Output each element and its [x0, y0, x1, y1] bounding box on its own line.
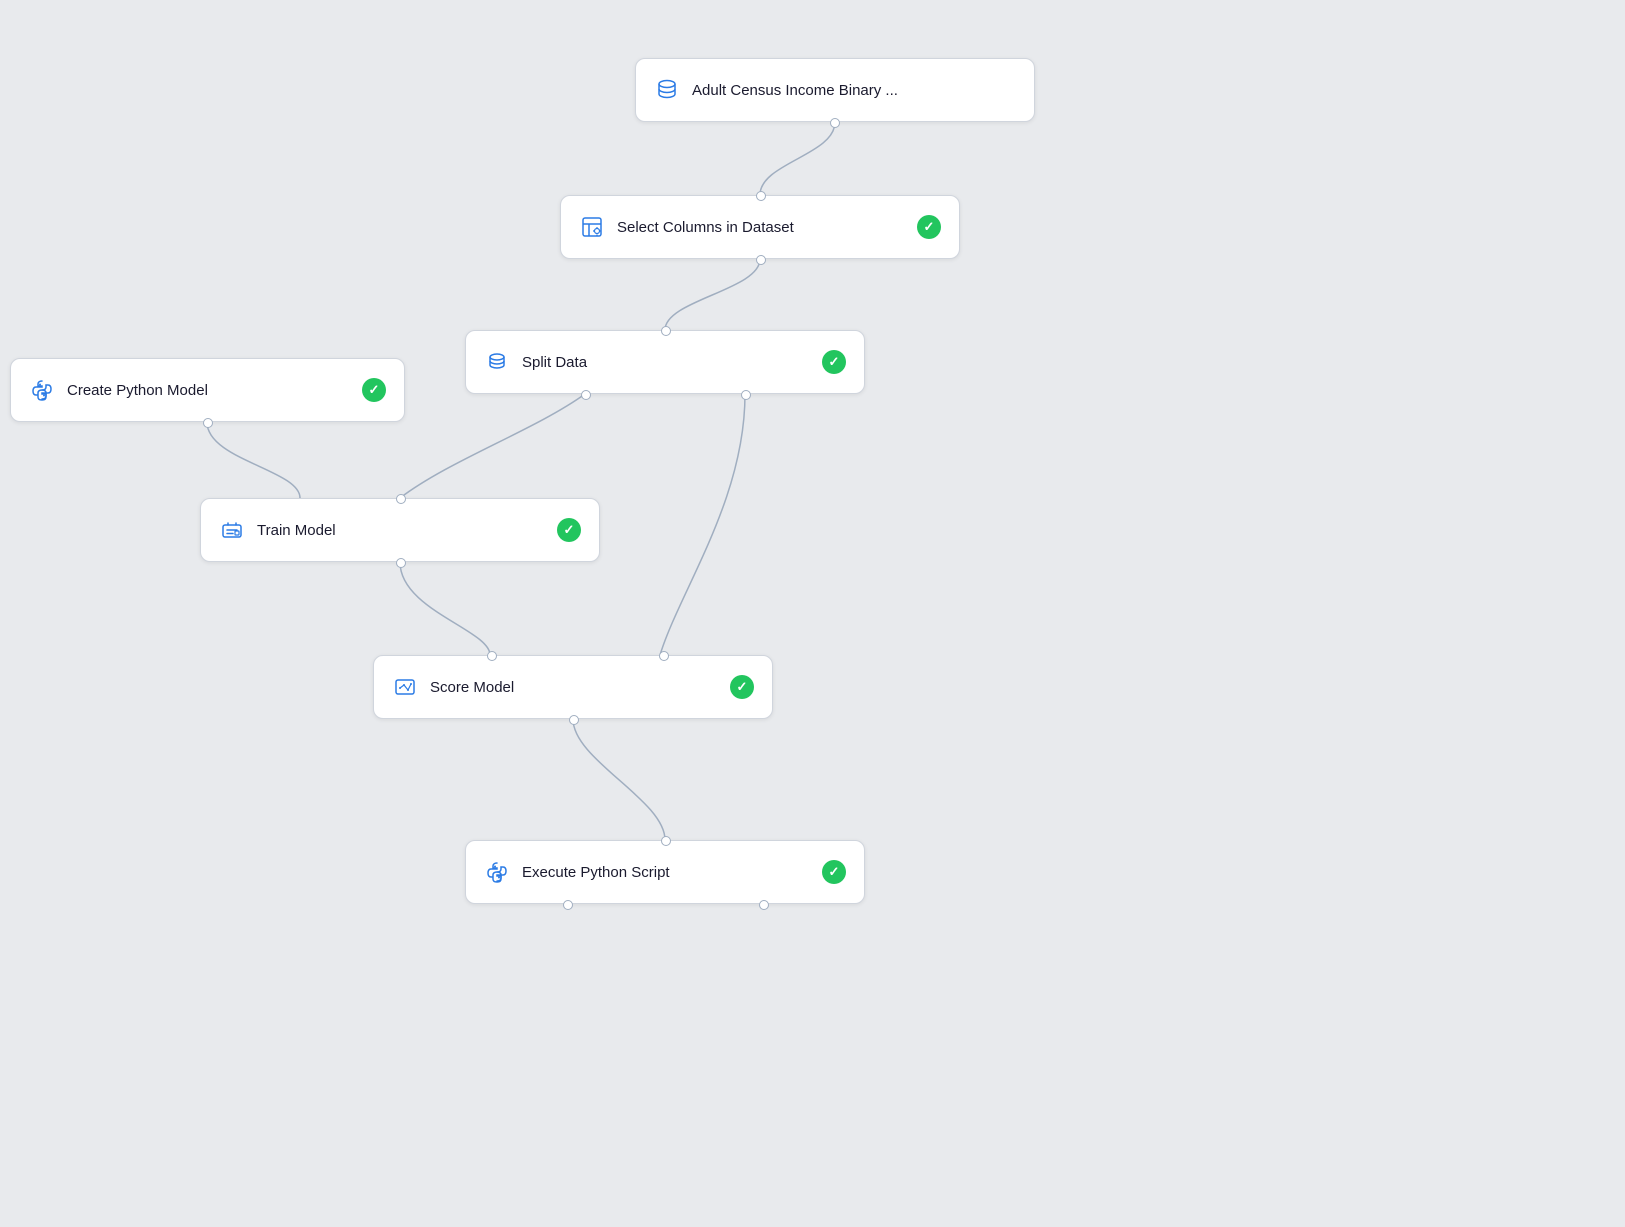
table-settings-icon — [579, 216, 605, 238]
dot-execute-python-bottom-right — [759, 900, 769, 910]
dot-split-data-bottom-right — [741, 390, 751, 400]
node-select-columns[interactable]: Select Columns in Dataset — [560, 195, 960, 259]
dot-create-python-bottom — [203, 418, 213, 428]
node-score-model[interactable]: Score Model — [373, 655, 773, 719]
node-create-python[interactable]: Create Python Model — [10, 358, 405, 422]
execute-python-icon — [484, 861, 510, 883]
dot-score-model-top-right — [659, 651, 669, 661]
split-icon — [484, 351, 510, 373]
node-adult-census-label: Adult Census Income Binary ... — [692, 82, 1016, 99]
connections-svg — [0, 0, 1625, 1227]
dot-score-model-bottom — [569, 715, 579, 725]
node-execute-python[interactable]: Execute Python Script — [465, 840, 865, 904]
node-select-columns-label: Select Columns in Dataset — [617, 219, 905, 236]
dot-execute-python-bottom-left — [563, 900, 573, 910]
dot-score-model-top-left — [487, 651, 497, 661]
node-train-model-check — [557, 518, 581, 542]
train-model-icon — [219, 519, 245, 541]
dot-split-data-bottom-left — [581, 390, 591, 400]
python-icon — [29, 379, 55, 401]
dot-train-model-bottom — [396, 558, 406, 568]
dot-adult-census-bottom — [830, 118, 840, 128]
dot-select-columns-top — [756, 191, 766, 201]
database-icon — [654, 79, 680, 101]
dot-select-columns-bottom — [756, 255, 766, 265]
node-split-data-label: Split Data — [522, 354, 810, 371]
node-create-python-check — [362, 378, 386, 402]
node-score-model-check — [730, 675, 754, 699]
node-score-model-label: Score Model — [430, 679, 718, 696]
node-train-model-label: Train Model — [257, 522, 545, 539]
node-select-columns-check — [917, 215, 941, 239]
score-model-icon — [392, 676, 418, 698]
node-train-model[interactable]: Train Model — [200, 498, 600, 562]
node-split-data-check — [822, 350, 846, 374]
workflow-canvas: Adult Census Income Binary ... Select Co… — [0, 0, 1625, 1227]
node-execute-python-check — [822, 860, 846, 884]
dot-split-data-top — [661, 326, 671, 336]
node-create-python-label: Create Python Model — [67, 382, 350, 399]
node-execute-python-label: Execute Python Script — [522, 864, 810, 881]
dot-execute-python-top — [661, 836, 671, 846]
dot-train-model-top — [396, 494, 406, 504]
node-split-data[interactable]: Split Data — [465, 330, 865, 394]
node-adult-census[interactable]: Adult Census Income Binary ... — [635, 58, 1035, 122]
